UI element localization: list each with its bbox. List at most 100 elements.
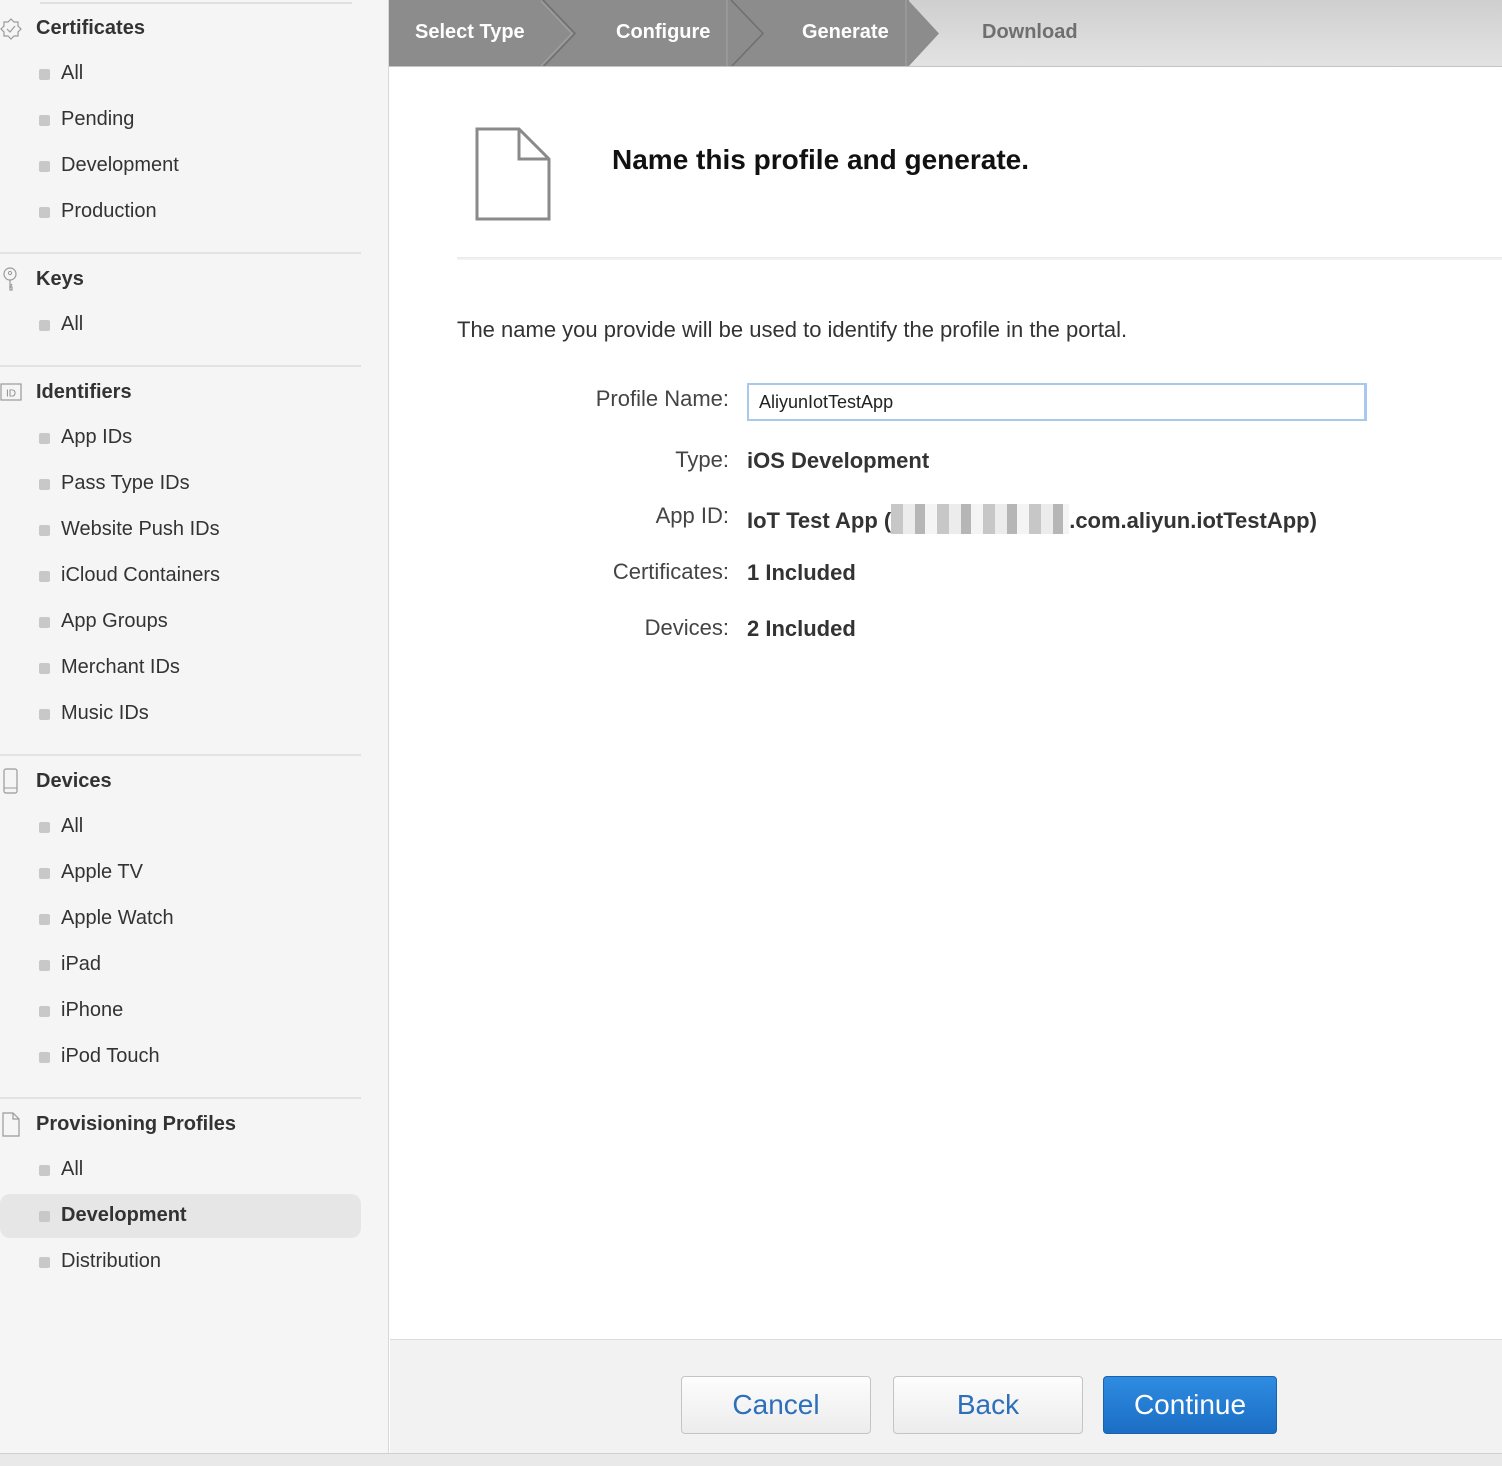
sidebar-item-website-push-ids[interactable]: Website Push IDs [0, 508, 361, 552]
type-label: Type: [675, 447, 729, 472]
sidebar-item-apple-watch[interactable]: Apple Watch [0, 897, 361, 941]
page-bottom-strip [0, 1453, 1502, 1466]
profile-name-label: Profile Name: [595, 386, 729, 411]
sidebar-divider [0, 365, 361, 367]
sidebar-item-certificates-all[interactable]: All [0, 52, 361, 96]
sidebar-item-label: All [61, 313, 84, 335]
sidebar-item-label: iPod Touch [61, 1045, 160, 1067]
bullet [39, 868, 50, 879]
sidebar-item-app-groups[interactable]: App Groups [0, 600, 361, 644]
bullet [39, 1165, 50, 1176]
step-select-type: Select Type [389, 0, 549, 66]
section-identifiers[interactable]: ID Identifiers [0, 377, 389, 407]
sidebar-item-label: Distribution [61, 1250, 162, 1272]
cancel-button[interactable]: Cancel [681, 1376, 871, 1434]
sidebar-item-label: iCloud Containers [61, 564, 220, 586]
sidebar-item-keys-all[interactable]: All [0, 303, 361, 347]
device-icon [3, 768, 18, 794]
devices-label: Devices: [644, 615, 729, 640]
step-label: Download [982, 21, 1078, 43]
sidebar-item-label: Development [61, 154, 179, 176]
profile-name-input[interactable] [747, 383, 1367, 421]
step-current-arrow [905, 0, 939, 66]
bullet [39, 207, 50, 218]
profile-name-description: The name you provide will be used to ide… [457, 317, 1128, 342]
sidebar-item-label: All [61, 62, 84, 84]
section-title-devices: Devices [36, 770, 112, 792]
main-content: Name this profile and generate. The name… [390, 67, 1502, 1339]
step-separator-chevron [541, 0, 577, 66]
sidebar-item-label: Website Push IDs [61, 518, 220, 540]
redacted-team-id [891, 504, 1070, 534]
sidebar-divider [0, 252, 361, 254]
sidebar-item-label: All [61, 815, 84, 837]
step-separator-chevron [726, 0, 765, 66]
sidebar-item-music-ids[interactable]: Music IDs [0, 692, 361, 736]
sidebar-item-devices-all[interactable]: All [0, 805, 361, 849]
sidebar-item-label: App Groups [61, 610, 168, 632]
profile-doc-icon [2, 1112, 20, 1137]
type-value: iOS Development [747, 448, 930, 473]
app-id-value: IoT Test App ( .com.aliyun.iotTestApp) [747, 504, 1317, 534]
continue-button[interactable]: Continue [1103, 1376, 1277, 1434]
step-label: Select Type [415, 21, 525, 43]
sidebar-item-label: Pending [61, 108, 135, 130]
sidebar-item-label: All [61, 1158, 84, 1180]
sidebar: Certificates All Pending Development Pro… [0, 0, 389, 1453]
sidebar-item-profiles-all[interactable]: All [0, 1148, 361, 1192]
sidebar-item-label: Apple TV [61, 861, 143, 883]
certificate-badge-icon [0, 18, 22, 40]
title-divider [457, 257, 1502, 260]
key-icon [3, 267, 17, 291]
certificates-value: 1 Included [747, 560, 856, 585]
sidebar-item-certificates-production[interactable]: Production [0, 190, 361, 234]
sidebar-item-app-ids[interactable]: App IDs [0, 416, 361, 460]
page-title: Name this profile and generate. [612, 144, 1029, 175]
step-generate: Generate [761, 0, 907, 66]
sidebar-item-merchant-ids[interactable]: Merchant IDs [0, 646, 361, 690]
step-download: Download [949, 0, 1149, 66]
devices-value: 2 Included [747, 616, 856, 641]
sidebar-item-ipad[interactable]: iPad [0, 943, 361, 987]
back-button[interactable]: Back [893, 1376, 1083, 1434]
bullet [39, 1211, 50, 1222]
bullet [39, 822, 50, 833]
section-title-provisioning-profiles: Provisioning Profiles [36, 1113, 237, 1135]
section-title-keys: Keys [36, 268, 84, 290]
sidebar-item-profiles-distribution[interactable]: Distribution [0, 1240, 361, 1284]
sidebar-top-rule [40, 2, 352, 4]
section-title-identifiers: Identifiers [36, 381, 132, 403]
section-keys[interactable]: Keys [0, 264, 389, 294]
sidebar-divider [0, 1097, 361, 1099]
sidebar-item-label: Production [61, 200, 157, 222]
bullet [39, 479, 50, 490]
svg-text:ID: ID [6, 389, 16, 400]
step-progress-bar: Select Type Configure Generate Download [389, 0, 1502, 67]
sidebar-item-certificates-development[interactable]: Development [0, 144, 361, 188]
id-icon: ID [0, 383, 22, 401]
sidebar-item-label: App IDs [61, 426, 133, 448]
section-title-certificates: Certificates [36, 17, 145, 39]
app-id-bundle: .com.aliyun.iotTestApp) [1069, 508, 1317, 533]
sidebar-item-iphone[interactable]: iPhone [0, 989, 361, 1033]
sidebar-item-icloud-containers[interactable]: iCloud Containers [0, 554, 361, 598]
section-devices[interactable]: Devices [0, 766, 389, 796]
bullet [39, 571, 50, 582]
app-id-label: App ID: [655, 503, 729, 528]
bullet [39, 1257, 50, 1268]
sidebar-item-profiles-development[interactable]: Development [0, 1194, 361, 1238]
sidebar-item-apple-tv[interactable]: Apple TV [0, 851, 361, 895]
sidebar-item-label: iPad [61, 953, 102, 975]
sidebar-item-ipod-touch[interactable]: iPod Touch [0, 1035, 361, 1079]
sidebar-divider [0, 754, 361, 756]
step-configure: Configure [579, 0, 729, 66]
bullet [39, 663, 50, 674]
sidebar-item-label: Development [61, 1204, 187, 1226]
section-provisioning-profiles[interactable]: Provisioning Profiles [0, 1109, 389, 1139]
section-certificates[interactable]: Certificates [0, 13, 389, 43]
certificates-label: Certificates: [612, 559, 729, 584]
app-id-name: IoT Test App ( [747, 508, 892, 533]
sidebar-item-pass-type-ids[interactable]: Pass Type IDs [0, 462, 361, 506]
sidebar-item-certificates-pending[interactable]: Pending [0, 98, 361, 142]
bullet [39, 525, 50, 536]
